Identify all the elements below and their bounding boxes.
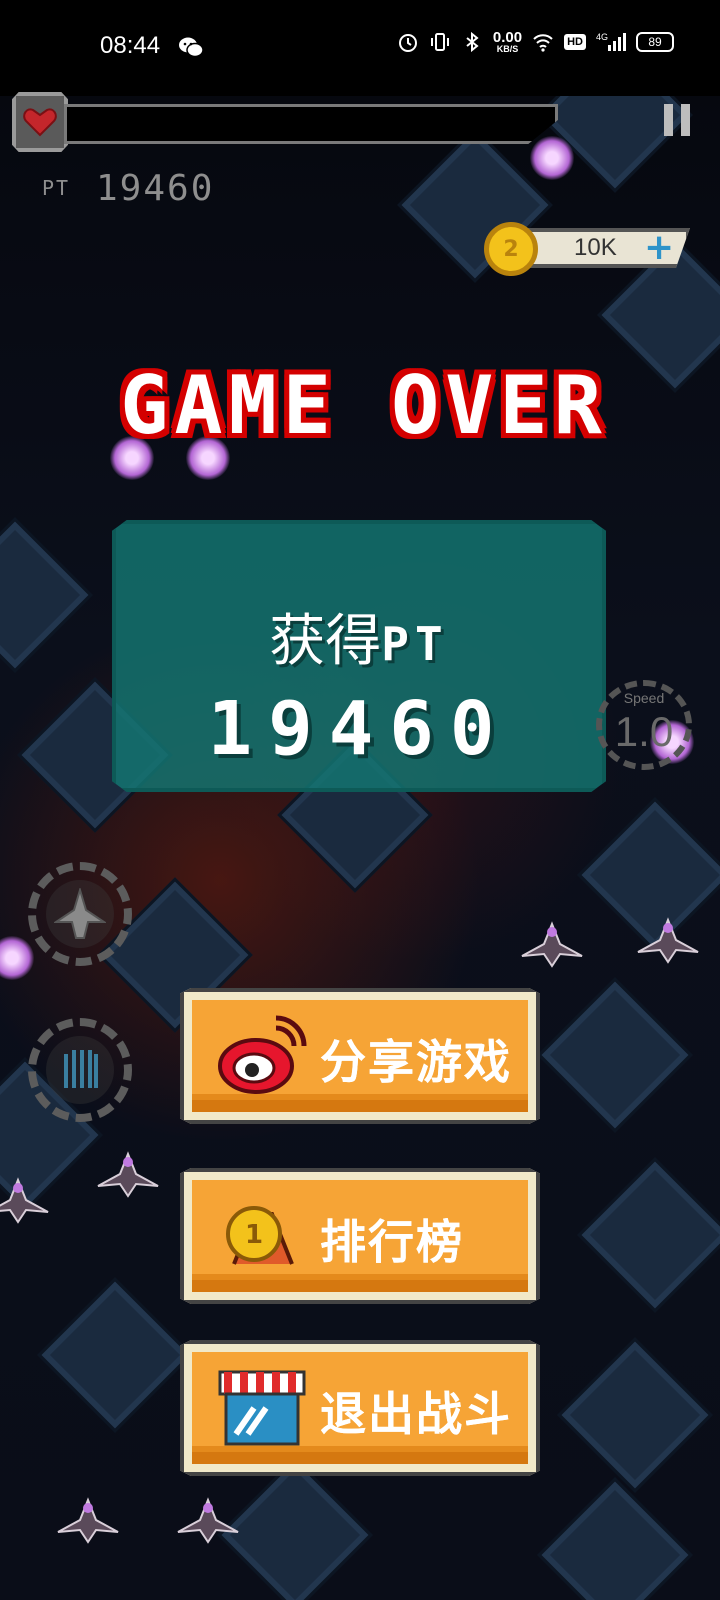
exit-battle-label: 退出战斗	[320, 1387, 512, 1441]
bg-tile	[537, 1477, 693, 1600]
hd-badge: HD	[564, 34, 586, 50]
coin-balance[interactable]: 2 10K +	[484, 222, 698, 276]
coin-icon: 2	[484, 222, 538, 276]
bg-tile	[37, 1277, 193, 1433]
missile-barrage-icon	[64, 1050, 98, 1088]
health-bar	[64, 104, 558, 144]
wechat-icon	[179, 37, 204, 58]
earned-pt-label: PT	[381, 617, 449, 671]
game-over-title: GAME OVER	[120, 359, 608, 452]
wifi-icon	[533, 34, 553, 52]
bg-tile	[537, 977, 693, 1133]
network-speed-value: 0.00	[492, 29, 523, 46]
network-speed: 0.00 KB/S	[493, 30, 522, 54]
exit-battle-button[interactable]: 退出战斗	[180, 1340, 540, 1476]
add-coins-button[interactable]: +	[644, 230, 674, 266]
enemy-ship-icon	[177, 1497, 239, 1544]
button-base	[192, 1280, 528, 1292]
status-icons: 0.00 KB/S HD 4G 89	[397, 30, 674, 54]
missile-skill-button[interactable]	[28, 1018, 132, 1122]
speed-indicator[interactable]: Speed 1.0	[596, 680, 692, 770]
battery-indicator: 89	[636, 32, 674, 52]
bg-tile	[217, 1457, 373, 1600]
final-score: 19460	[207, 686, 511, 772]
enemy-ship-icon	[97, 1151, 159, 1198]
skill-inner	[46, 1036, 114, 1104]
bg-tile	[557, 1337, 713, 1493]
status-time: 08:44	[100, 32, 161, 59]
signal-icon: 4G	[596, 32, 626, 51]
score-panel: 获得PT 19460	[112, 520, 606, 792]
enemy-ship-icon	[521, 921, 583, 968]
ship-skill-button[interactable]	[28, 862, 132, 966]
button-base	[192, 1100, 528, 1112]
leaderboard-label: 排行榜	[320, 1215, 464, 1269]
earned-pt-heading: 获得PT	[116, 596, 602, 677]
button-base	[192, 1452, 528, 1464]
pause-icon	[664, 104, 673, 136]
hud-pt-value: 19460	[96, 168, 215, 209]
bg-tile	[0, 517, 93, 673]
earned-label: 获得	[269, 609, 382, 674]
share-game-label: 分享游戏	[320, 1035, 512, 1089]
fighter-ship-icon	[54, 888, 106, 939]
network-speed-unit: KB/S	[496, 44, 519, 54]
speed-value: 1.0	[614, 708, 674, 755]
bluetooth-icon	[466, 31, 479, 53]
skill-inner	[46, 880, 114, 948]
status-bar: 08:44 0.00 KB/S HD 4G 89	[0, 0, 720, 96]
enemy-ship-icon	[57, 1497, 119, 1544]
svg-text:4G: 4G	[596, 32, 608, 42]
pause-button[interactable]	[664, 104, 690, 136]
vibrate-icon	[430, 33, 449, 51]
medal-icon: 1	[226, 1206, 294, 1265]
enemy-bullet	[530, 136, 574, 180]
pause-icon	[681, 104, 690, 136]
hud-pt-label: PT	[42, 176, 71, 200]
enemy-ship-icon	[0, 1177, 49, 1224]
bg-tile	[577, 1157, 720, 1313]
enemy-ship-icon	[637, 917, 699, 964]
leaderboard-button[interactable]: 1 排行榜	[180, 1168, 540, 1304]
health-heart-frame	[12, 92, 68, 152]
alarm-icon	[398, 34, 417, 52]
shop-icon	[218, 1370, 306, 1446]
heart-icon	[23, 108, 57, 137]
speed-label: Speed	[623, 690, 665, 706]
weibo-icon	[218, 1015, 307, 1094]
coin-amount: 10K	[574, 234, 617, 261]
share-game-button[interactable]: 分享游戏	[180, 988, 540, 1124]
svg-text:1: 1	[245, 1220, 263, 1250]
